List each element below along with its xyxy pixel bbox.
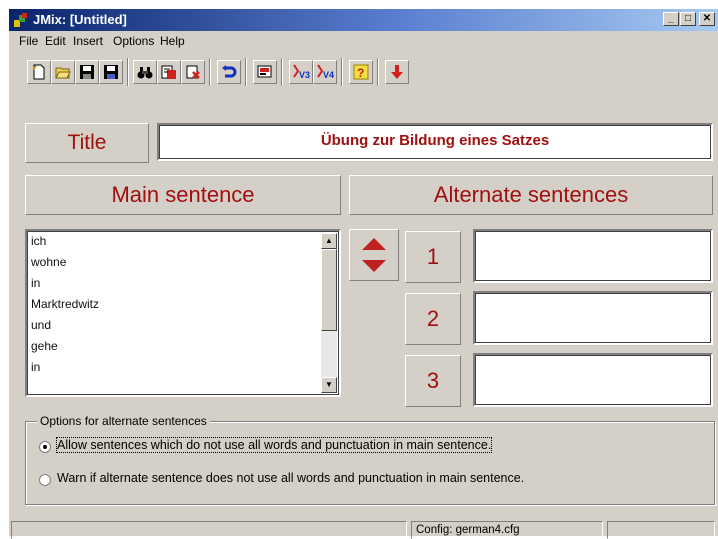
jmix-app-icon: [14, 13, 27, 27]
list-item[interactable]: ich: [29, 231, 99, 252]
toolbar-separator: [245, 58, 247, 86]
down-arrow-button[interactable]: [385, 60, 409, 84]
menu-options[interactable]: Options: [113, 34, 154, 48]
delete-button[interactable]: [181, 60, 205, 84]
main-list-scrollbar[interactable]: ▲ ▼: [321, 233, 337, 393]
list-item[interactable]: in: [29, 357, 99, 378]
up-down-arrows-icon: [362, 238, 386, 272]
alternate-sentence-input-3[interactable]: [473, 353, 713, 407]
find-replace-button[interactable]: [157, 60, 181, 84]
toolbar-separator: [127, 58, 129, 86]
radio-selected-dot: [43, 445, 47, 449]
down-arrow-icon: [391, 65, 403, 79]
app-window: JMix: [Untitled] _ □ ✕ File Edit Insert …: [8, 8, 718, 539]
toolbar-separator: [209, 58, 211, 86]
allow-radio-label[interactable]: Allow sentences which do not use all wor…: [55, 437, 493, 453]
toolbar-separator: [281, 58, 283, 86]
scroll-down-icon[interactable]: ▼: [321, 377, 337, 393]
alternate-number-3: 3: [405, 355, 461, 407]
menu-bar: File Edit Insert Options Help: [9, 32, 718, 50]
open-button[interactable]: [51, 60, 75, 84]
alternate-number-1: 1: [405, 231, 461, 283]
warn-radio[interactable]: [39, 474, 51, 486]
scroll-thumb[interactable]: [321, 249, 337, 331]
save-button[interactable]: [75, 60, 99, 84]
menu-edit[interactable]: Edit: [45, 34, 66, 48]
binoculars-icon: [137, 67, 153, 79]
open-icon: [55, 67, 71, 79]
new-icon: [32, 64, 45, 80]
close-button[interactable]: ✕: [699, 12, 715, 26]
options-group: [25, 421, 715, 505]
list-item[interactable]: gehe: [29, 336, 99, 357]
svg-text:V4: V4: [323, 70, 334, 80]
find-button[interactable]: [133, 60, 157, 84]
delete-icon: [186, 65, 200, 79]
main-sentence-list[interactable]: ich wohne in Marktredwitz und gehe in ▲ …: [25, 229, 341, 397]
list-item[interactable]: in: [29, 273, 99, 294]
menu-file[interactable]: File: [19, 34, 38, 48]
minimize-button[interactable]: _: [663, 12, 679, 26]
options-legend: Options for alternate sentences: [37, 414, 210, 428]
toolbar-separator: [341, 58, 343, 86]
list-item[interactable]: wohne: [29, 252, 99, 273]
toolbar-separator: [377, 58, 379, 86]
save-as-icon: [104, 65, 118, 79]
status-right: [607, 521, 715, 539]
menu-help[interactable]: Help: [160, 34, 185, 48]
list-item[interactable]: und: [29, 315, 99, 336]
scroll-up-icon[interactable]: ▲: [321, 233, 337, 249]
v4-button[interactable]: V4: [313, 60, 337, 84]
menu-insert[interactable]: Insert: [73, 34, 103, 48]
maximize-button[interactable]: □: [680, 12, 696, 26]
alternate-sentences-header: Alternate sentences: [349, 175, 713, 215]
title-input[interactable]: Übung zur Bildung eines Satzes: [157, 123, 713, 161]
help-button[interactable]: ?: [349, 60, 373, 84]
save-icon: [80, 65, 94, 79]
title-label: Title: [25, 123, 149, 163]
allow-radio[interactable]: [39, 441, 51, 453]
help-icon: ?: [353, 64, 369, 80]
status-config: Config: german4.cfg: [411, 521, 603, 539]
title-bar[interactable]: JMix: [Untitled] _ □ ✕: [9, 9, 718, 31]
save-as-button[interactable]: [99, 60, 123, 84]
status-left: [11, 521, 407, 539]
v3-icon: V3: [293, 64, 310, 80]
alternate-number-2: 2: [405, 293, 461, 345]
export-icon: [257, 65, 272, 78]
find-replace-icon: [161, 65, 176, 79]
v4-icon: V4: [317, 64, 334, 80]
move-up-down-button[interactable]: [349, 229, 399, 281]
alternate-sentence-input-2[interactable]: [473, 291, 713, 345]
main-sentence-header: Main sentence: [25, 175, 341, 215]
new-button[interactable]: [27, 60, 51, 84]
svg-text:V3: V3: [299, 70, 310, 80]
v3-button[interactable]: V3: [289, 60, 313, 84]
undo-icon: [222, 65, 237, 78]
toolbar: V3 V4 ?: [9, 52, 718, 110]
window-title: JMix: [Untitled]: [33, 12, 127, 27]
export-button[interactable]: [253, 60, 277, 84]
warn-radio-label[interactable]: Warn if alternate sentence does not use …: [57, 471, 524, 485]
undo-button[interactable]: [217, 60, 241, 84]
svg-text:?: ?: [357, 66, 364, 80]
list-item[interactable]: Marktredwitz: [29, 294, 99, 315]
alternate-sentence-input-1[interactable]: [473, 229, 713, 283]
